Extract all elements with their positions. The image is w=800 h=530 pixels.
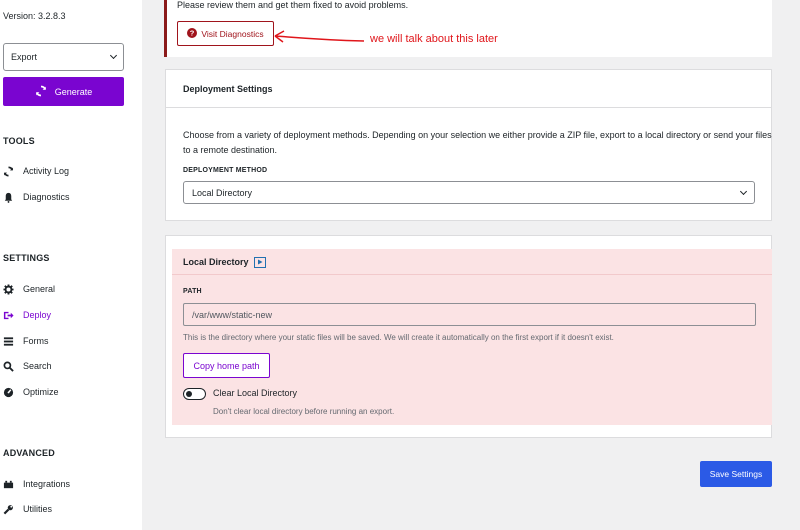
version-label: Version: 3.2.8.3 [3, 11, 66, 21]
deployment-method-value: Local Directory [192, 187, 253, 198]
nav-label: Activity Log [23, 166, 70, 176]
main-content: Please review them and get them fixed to… [142, 0, 800, 530]
deploy-icon [3, 310, 14, 321]
copy-home-path-button[interactable]: Copy home path [183, 353, 270, 378]
refresh-icon [35, 85, 47, 99]
deployment-method-select[interactable]: Local Directory [183, 181, 755, 204]
advanced-title: ADVANCED [3, 448, 55, 458]
nav-item-activity-log[interactable]: Activity Log [3, 163, 69, 179]
local-directory-title: Local Directory [183, 257, 249, 267]
nav-label: Diagnostics [23, 192, 70, 202]
nav-label: Forms [23, 336, 49, 346]
nav-item-general[interactable]: General [3, 281, 55, 297]
deployment-settings-card: Deployment Settings Choose from a variet… [165, 69, 772, 221]
list-icon [3, 336, 14, 347]
nav-item-search[interactable]: Search [3, 358, 52, 374]
nav-label: Deploy [23, 310, 52, 320]
nav-label: Utilities [23, 504, 53, 514]
gear-icon [3, 283, 14, 295]
tools-title: TOOLS [3, 136, 35, 146]
local-directory-card: Local Directory PATH /var/www/static-new… [165, 235, 772, 438]
annotation-arrow [274, 30, 365, 43]
nav-item-deploy[interactable]: Deploy [3, 307, 51, 323]
wrench-icon [3, 504, 14, 515]
path-label: PATH [183, 288, 202, 295]
nav-item-forms[interactable]: Forms [3, 333, 49, 349]
nav-item-integrations[interactable]: Integrations [3, 476, 70, 492]
generate-button[interactable]: Generate [3, 77, 124, 106]
local-directory-header: Local Directory [183, 250, 266, 274]
deployment-description: Choose from a variety of deployment meth… [183, 130, 772, 155]
path-help-text: This is the directory where your static … [183, 333, 614, 342]
deployment-method-label: DEPLOYMENT METHOD [183, 167, 268, 174]
deployment-settings-title: Deployment Settings [166, 70, 771, 108]
nav-label: Optimize [23, 387, 59, 397]
gauge-icon [3, 387, 14, 398]
export-select-value: Export [11, 52, 38, 62]
nav-label: Integrations [23, 479, 71, 489]
path-input[interactable]: /var/www/static-new [183, 303, 756, 326]
refresh-icon [3, 166, 14, 177]
plug-icon [3, 479, 14, 490]
bell-icon [3, 192, 14, 203]
chevron-down-icon [109, 51, 118, 60]
clear-local-directory-toggle[interactable] [183, 388, 206, 400]
save-settings-button[interactable]: Save Settings [700, 461, 772, 487]
annotation-text: we will talk about this later [370, 33, 498, 45]
search-icon [3, 361, 14, 372]
sidebar: Version: 3.2.8.3 Export Generate TOOLS A… [0, 0, 142, 530]
chevron-down-icon [739, 187, 748, 195]
generate-label: Generate [54, 86, 93, 97]
video-icon[interactable] [253, 256, 266, 268]
toggle-knob [186, 390, 192, 397]
nav-item-diagnostics[interactable]: Diagnostics [3, 189, 70, 205]
clear-local-directory-help: Don't clear local directory before runni… [213, 407, 395, 416]
nav-item-optimize[interactable]: Optimize [3, 384, 59, 400]
nav-label: General [23, 284, 56, 294]
settings-title: SETTINGS [3, 253, 50, 263]
nav-item-utilities[interactable]: Utilities [3, 501, 52, 517]
clear-local-directory-label: Clear Local Directory [213, 388, 298, 398]
divider [172, 274, 772, 275]
nav-label: Search [23, 361, 52, 371]
export-select[interactable]: Export [3, 43, 124, 71]
